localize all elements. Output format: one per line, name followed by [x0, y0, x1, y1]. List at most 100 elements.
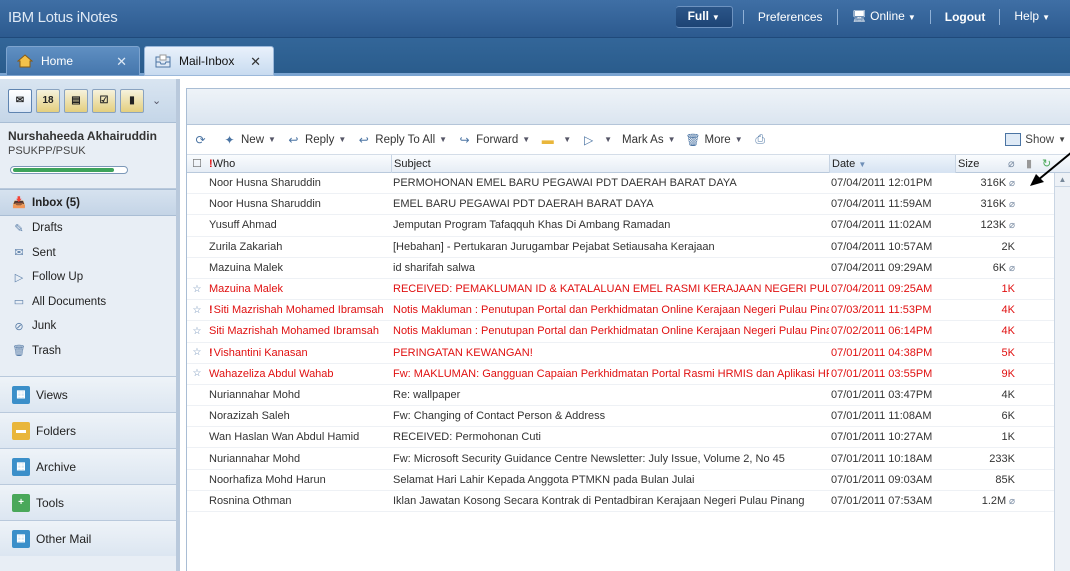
- table-row[interactable]: ☆ !Siti Mazrishah Mohamed Ibramsah Notis M…: [187, 300, 1070, 322]
- message-sender-text: Zurila Zakariah: [209, 240, 283, 253]
- contacts-app-icon[interactable]: ▤: [64, 88, 88, 113]
- message-sender: Mazuina Malek: [207, 283, 391, 295]
- views-icon: ▦: [12, 385, 30, 404]
- move-to-folder-button[interactable]: ▬ ▼: [540, 133, 571, 147]
- close-icon[interactable]: ✕: [116, 54, 127, 70]
- star-icon[interactable]: ☆: [187, 326, 207, 337]
- reply-all-button[interactable]: ↩ Reply To All ▼: [356, 133, 447, 147]
- online-status-button[interactable]: 🖥 Online ▼: [836, 9, 930, 25]
- calendar-app-icon[interactable]: 18: [36, 88, 60, 113]
- new-button[interactable]: ✦ New ▼: [222, 133, 275, 147]
- message-size-text: 6K: [992, 261, 1007, 274]
- star-icon[interactable]: ☆: [187, 368, 207, 379]
- table-row[interactable]: Yusuff Ahmad Jemputan Program Tafaqquh Kh…: [187, 215, 1070, 237]
- message-sender: Yusuff Ahmad: [207, 219, 391, 231]
- section-archive[interactable]: ▦ Archive: [0, 448, 176, 484]
- section-folders[interactable]: ▬ Folders: [0, 412, 176, 448]
- message-size-text: 123K: [980, 219, 1007, 232]
- sidebar-item-junk[interactable]: ⊘ Junk: [0, 314, 176, 339]
- tab-mail-inbox[interactable]: Mail-Inbox ✕: [144, 46, 274, 76]
- column-date[interactable]: Date ▼: [829, 154, 955, 173]
- sidebar: ✉ 18 ▤ ☑ ▮ ⌄ Nurshaheeda Akhairuddin PSU…: [0, 79, 180, 571]
- show-label: Show: [1025, 133, 1055, 146]
- star-icon[interactable]: ☆: [187, 284, 207, 295]
- preferences-link[interactable]: Preferences: [742, 10, 837, 24]
- message-size: 1.2M ⌀: [955, 495, 1061, 507]
- section-tools[interactable]: + Tools: [0, 484, 176, 520]
- mark-as-button[interactable]: Mark As ▼: [622, 134, 675, 146]
- sidebar-item-trash[interactable]: 🗑 Trash: [0, 339, 176, 364]
- sidebar-item-drafts[interactable]: ✎ Drafts: [0, 216, 176, 241]
- table-row[interactable]: ☆ !Vishantini Kanasan PERINGATAN KEWANGAN!…: [187, 343, 1070, 364]
- section-views[interactable]: ▦ Views: [0, 376, 176, 412]
- top-bar: IBM Lotus iNotes Full ▼ Preferences 🖥 Onl…: [0, 0, 1070, 38]
- print-button[interactable]: ⎙: [753, 132, 772, 147]
- sidebar-sections: ▦ Views ▬ Folders ▦ Archive + Tools ▦ Other M…: [0, 376, 176, 556]
- forward-button[interactable]: ↪ Forward ▼: [457, 133, 531, 147]
- sidebar-item-follow-up[interactable]: ▷ Follow Up: [0, 265, 176, 290]
- tab-mail-label: Mail-Inbox: [179, 54, 235, 68]
- annotation-arrow-icon: [1030, 152, 1070, 186]
- column-who-label: Who: [212, 157, 236, 170]
- chevron-down-icon: ▼: [604, 135, 613, 144]
- inbox-icon: 📥: [12, 197, 26, 209]
- more-apps-icon[interactable]: ⌄: [152, 94, 161, 107]
- chevron-down-icon: ▼: [1058, 135, 1066, 144]
- quota-fill: [13, 168, 114, 172]
- notebook-app-icon[interactable]: ▮: [120, 88, 144, 113]
- sidebar-item-all-documents[interactable]: ▭ All Documents: [0, 290, 176, 315]
- full-mode-button[interactable]: Full ▼: [675, 6, 733, 28]
- table-row[interactable]: Mazuina Malek id sharifah salwa 07/04/2011…: [187, 258, 1070, 279]
- chevron-down-icon: ▼: [667, 135, 676, 144]
- table-row[interactable]: Noor Husna Sharuddin PERMOHONAN EMEL BARU…: [187, 173, 1070, 195]
- table-row[interactable]: ☆ Siti Mazrishah Mohamed Ibramsah Notis Ma…: [187, 321, 1070, 343]
- other-mail-icon: ▦: [12, 529, 30, 548]
- message-date: 07/04/2011 09:25AM: [831, 283, 933, 296]
- table-row[interactable]: Noorhafiza Mohd Harun Selamat Hari Lahir …: [187, 470, 1070, 491]
- reply-button[interactable]: ↩ Reply ▼: [286, 133, 346, 147]
- table-row[interactable]: Rosnina Othman Iklan Jawatan Kosong Secar…: [187, 491, 1070, 512]
- column-who[interactable]: !Who: [207, 158, 391, 170]
- mail-inbox-icon: [155, 53, 171, 69]
- star-icon[interactable]: ☆: [187, 347, 207, 358]
- message-subject: RECEIVED: PEMAKLUMAN ID & KATALALUAN EME…: [393, 283, 829, 296]
- section-label: Views: [36, 387, 68, 402]
- help-label: Help: [1014, 9, 1040, 23]
- mail-app-icon[interactable]: ✉: [8, 88, 32, 113]
- table-row[interactable]: Norazizah Saleh Fw: Changing of Contact P…: [187, 406, 1070, 428]
- help-menu[interactable]: Help ▼: [999, 9, 1064, 25]
- column-subject[interactable]: Subject: [391, 154, 829, 173]
- section-label: Tools: [36, 495, 65, 510]
- message-sender-text: Mazuina Malek: [209, 283, 283, 296]
- paperclip-icon: ⌀: [1006, 199, 1015, 211]
- follow-up-button[interactable]: ▷ ▼: [581, 133, 612, 147]
- table-row[interactable]: Noor Husna Sharuddin EMEL BARU PEGAWAI PD…: [187, 194, 1070, 216]
- select-all-icon[interactable]: ☐: [187, 157, 207, 170]
- todo-app-icon[interactable]: ☑: [92, 88, 116, 113]
- message-size: 4K: [955, 304, 1061, 316]
- table-row[interactable]: Nuriannahar Mohd Re: wallpaper 07/01/2011 …: [187, 385, 1070, 407]
- message-subject: Jemputan Program Tafaqquh Khas Di Ambang…: [393, 219, 671, 232]
- section-other-mail[interactable]: ▦ Other Mail: [0, 520, 176, 556]
- sidebar-item-sent[interactable]: ✉ Sent: [0, 241, 176, 266]
- show-button[interactable]: Show ▼: [1005, 133, 1066, 146]
- star-icon[interactable]: ☆: [187, 305, 207, 316]
- table-row[interactable]: ☆ Wahazeliza Abdul Wahab Fw: MAKLUMAN: Gan…: [187, 364, 1070, 385]
- table-row[interactable]: ☆ Mazuina Malek RECEIVED: PEMAKLUMAN ID & …: [187, 279, 1070, 301]
- close-icon[interactable]: ✕: [250, 54, 261, 70]
- trash-icon: 🗑: [12, 345, 26, 358]
- high-importance-icon: !: [209, 304, 213, 317]
- logout-link[interactable]: Logout: [929, 10, 1000, 24]
- chevron-down-icon: ▼: [439, 135, 448, 144]
- delete-button[interactable]: 🗑 More ▼: [685, 133, 742, 147]
- vertical-scrollbar[interactable]: ▲: [1054, 173, 1070, 571]
- refresh-button[interactable]: ⟳: [193, 133, 212, 147]
- table-row[interactable]: Nuriannahar Mohd Fw: Microsoft Security G…: [187, 448, 1070, 470]
- table-row[interactable]: Zurila Zakariah [Hebahan] - Pertukaran Ju…: [187, 237, 1070, 258]
- message-size-text: 5K: [1001, 346, 1015, 359]
- tab-home[interactable]: Home ✕: [6, 46, 140, 76]
- sidebar-item-inbox[interactable]: 📥 Inbox (5): [0, 189, 176, 216]
- junk-icon: ⊘: [14, 320, 24, 333]
- table-row[interactable]: Wan Haslan Wan Abdul Hamid RECEIVED: Perm…: [187, 427, 1070, 449]
- top-nav: Full ▼ Preferences 🖥 Online ▼ Logout Help ▼: [675, 6, 1064, 28]
